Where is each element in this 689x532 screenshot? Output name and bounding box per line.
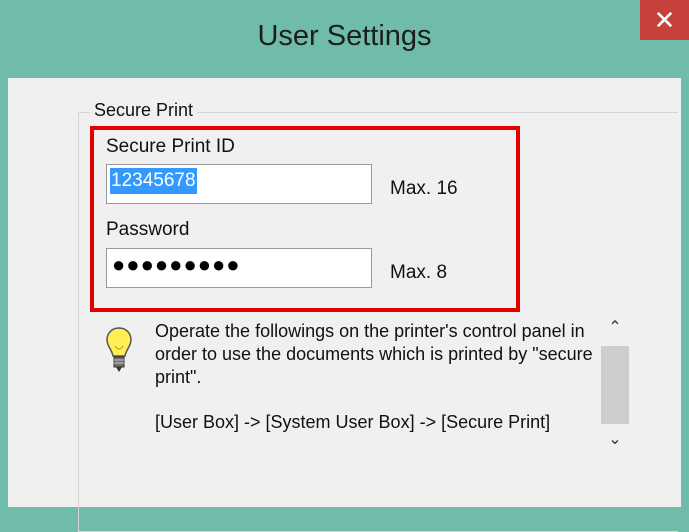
info-path: [User Box] -> [System User Box] -> [Secu… (155, 412, 551, 432)
window-title: User Settings (257, 20, 432, 52)
scroll-down-button[interactable]: ⌄ (598, 426, 632, 452)
secure-print-group-label: Secure Print (90, 100, 198, 121)
highlight-box (90, 126, 520, 312)
scroll-thumb[interactable] (601, 346, 629, 424)
close-button[interactable]: ✕ (640, 0, 689, 40)
chevron-down-icon: ⌄ (608, 431, 622, 448)
info-text-area: Operate the followings on the printer's … (155, 320, 595, 434)
lightbulb-icon (106, 326, 132, 383)
window-titlebar[interactable]: User Settings ✕ (0, 0, 689, 78)
info-scrollbar[interactable]: ⌃ ⌄ (598, 314, 632, 452)
info-text: Operate the followings on the printer's … (155, 321, 593, 387)
close-icon: ✕ (653, 4, 676, 35)
scroll-up-button[interactable]: ⌃ (598, 314, 632, 340)
chevron-up-icon: ⌃ (608, 319, 622, 336)
